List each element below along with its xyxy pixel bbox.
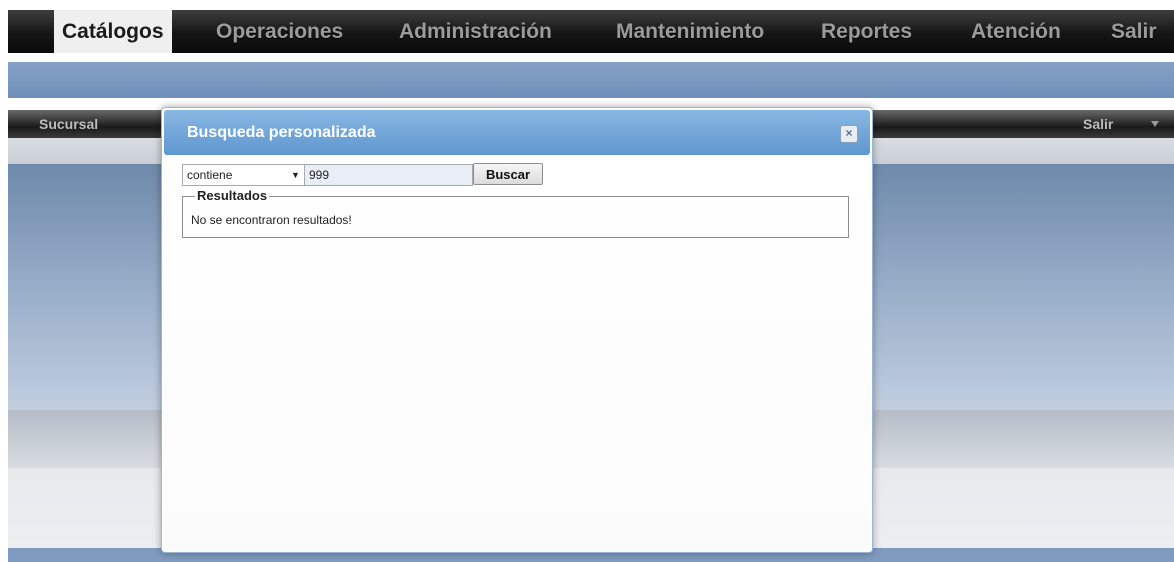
menu-item-salir[interactable]: Salir	[1111, 10, 1157, 53]
sub-item-salir[interactable]: Salir	[1083, 110, 1113, 138]
dialog-body: contiene ▼ Buscar Resultados No se encon…	[164, 155, 870, 550]
results-message: No se encontraron resultados!	[191, 213, 352, 227]
main-menubar: Catálogos Operaciones Administración Man…	[8, 10, 1174, 53]
menu-item-atencion[interactable]: Atención	[971, 10, 1061, 53]
dialog-titlebar[interactable]: Busqueda personalizada ×	[164, 110, 870, 155]
chevron-down-icon: ▼	[291, 170, 300, 180]
menu-item-operaciones[interactable]: Operaciones	[216, 10, 343, 53]
results-fieldset: Resultados No se encontraron resultados!	[182, 188, 849, 238]
sub-item-sucursal[interactable]: Sucursal	[39, 110, 98, 138]
menu-item-administracion[interactable]: Administración	[399, 10, 552, 53]
results-legend: Resultados	[195, 188, 270, 204]
dialog-title: Busqueda personalizada	[187, 124, 376, 141]
menu-item-mantenimiento[interactable]: Mantenimiento	[616, 10, 764, 53]
search-dialog: Busqueda personalizada × contiene ▼ Busc…	[161, 107, 873, 553]
search-input[interactable]	[305, 164, 473, 186]
chevron-down-icon	[1151, 121, 1159, 127]
header-bluebar	[8, 62, 1174, 98]
close-icon[interactable]: ×	[840, 125, 858, 143]
filter-select[interactable]: contiene ▼	[182, 164, 305, 186]
menu-item-reportes[interactable]: Reportes	[821, 10, 912, 53]
application-window: Catálogos Operaciones Administración Man…	[0, 0, 1174, 562]
search-button[interactable]: Buscar	[473, 163, 543, 185]
filter-select-value: contiene	[187, 168, 233, 182]
menu-item-catalogos[interactable]: Catálogos	[54, 10, 172, 53]
